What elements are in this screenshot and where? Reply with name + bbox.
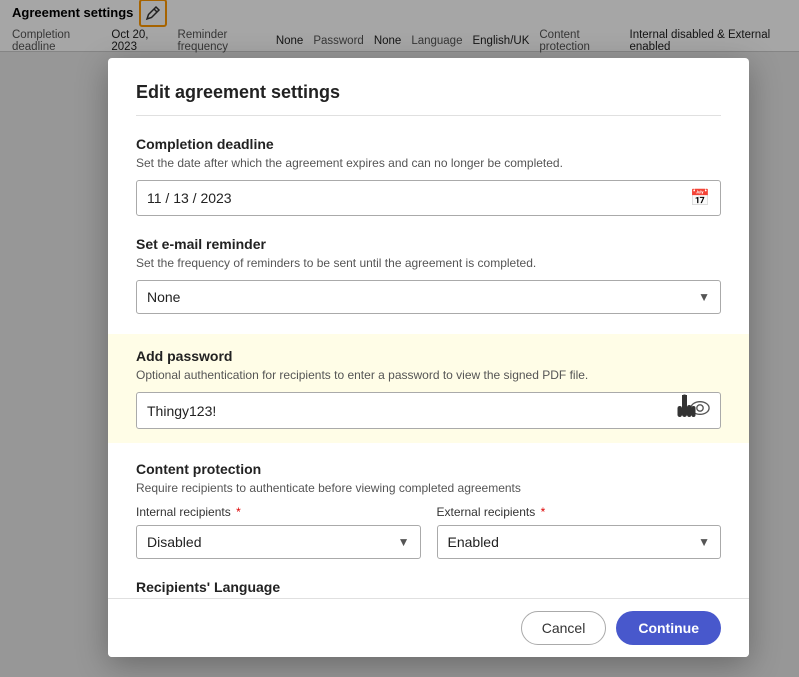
reminder-dropdown-value: None xyxy=(147,289,698,305)
external-chevron-icon: ▼ xyxy=(698,535,710,549)
reminder-dropdown[interactable]: None ▼ xyxy=(136,280,721,314)
external-col: External recipients * Enabled ▼ xyxy=(437,505,722,559)
external-dropdown[interactable]: Enabled ▼ xyxy=(437,525,722,559)
content-protection-desc: Require recipients to authenticate befor… xyxy=(136,481,721,495)
password-input-wrapper[interactable] xyxy=(136,392,721,429)
password-section: Add password Optional authentication for… xyxy=(108,334,749,443)
content-protection-cols: Internal recipients * Disabled ▼ Externa… xyxy=(136,505,721,559)
external-required-star: * xyxy=(541,505,546,519)
external-label: External recipients * xyxy=(437,505,722,519)
cancel-button[interactable]: Cancel xyxy=(521,611,607,645)
internal-dropdown-value: Disabled xyxy=(147,534,398,550)
modal-footer: Cancel Continue xyxy=(108,598,749,657)
completion-section: Completion deadline Set the date after w… xyxy=(136,136,721,216)
password-section-title: Add password xyxy=(136,348,721,364)
password-section-desc: Optional authentication for recipients t… xyxy=(136,368,721,382)
completion-section-desc: Set the date after which the agreement e… xyxy=(136,156,721,170)
edit-agreement-modal: Edit agreement settings Completion deadl… xyxy=(108,58,749,657)
calendar-icon[interactable]: 📅 xyxy=(690,188,710,208)
continue-button[interactable]: Continue xyxy=(616,611,721,645)
modal-body: Edit agreement settings Completion deadl… xyxy=(108,58,749,598)
completion-section-title: Completion deadline xyxy=(136,136,721,152)
internal-label: Internal recipients * xyxy=(136,505,421,519)
language-section-title: Recipients' Language xyxy=(136,579,721,595)
reminder-section-title: Set e-mail reminder xyxy=(136,236,721,252)
external-dropdown-value: Enabled xyxy=(448,534,699,550)
internal-chevron-icon: ▼ xyxy=(398,535,410,549)
content-protection-section: Content protection Require recipients to… xyxy=(136,461,721,559)
language-section: Recipients' Language Select the language… xyxy=(136,579,721,598)
date-input[interactable] xyxy=(147,190,690,206)
internal-dropdown[interactable]: Disabled ▼ xyxy=(136,525,421,559)
eye-icon[interactable] xyxy=(690,400,710,421)
date-input-wrapper[interactable]: 📅 xyxy=(136,180,721,216)
password-input[interactable] xyxy=(147,403,690,419)
reminder-section: Set e-mail reminder Set the frequency of… xyxy=(136,236,721,314)
modal-title: Edit agreement settings xyxy=(136,82,721,116)
chevron-down-icon: ▼ xyxy=(698,290,710,304)
content-protection-title: Content protection xyxy=(136,461,721,477)
internal-col: Internal recipients * Disabled ▼ xyxy=(136,505,421,559)
reminder-section-desc: Set the frequency of reminders to be sen… xyxy=(136,256,721,270)
internal-required-star: * xyxy=(236,505,241,519)
